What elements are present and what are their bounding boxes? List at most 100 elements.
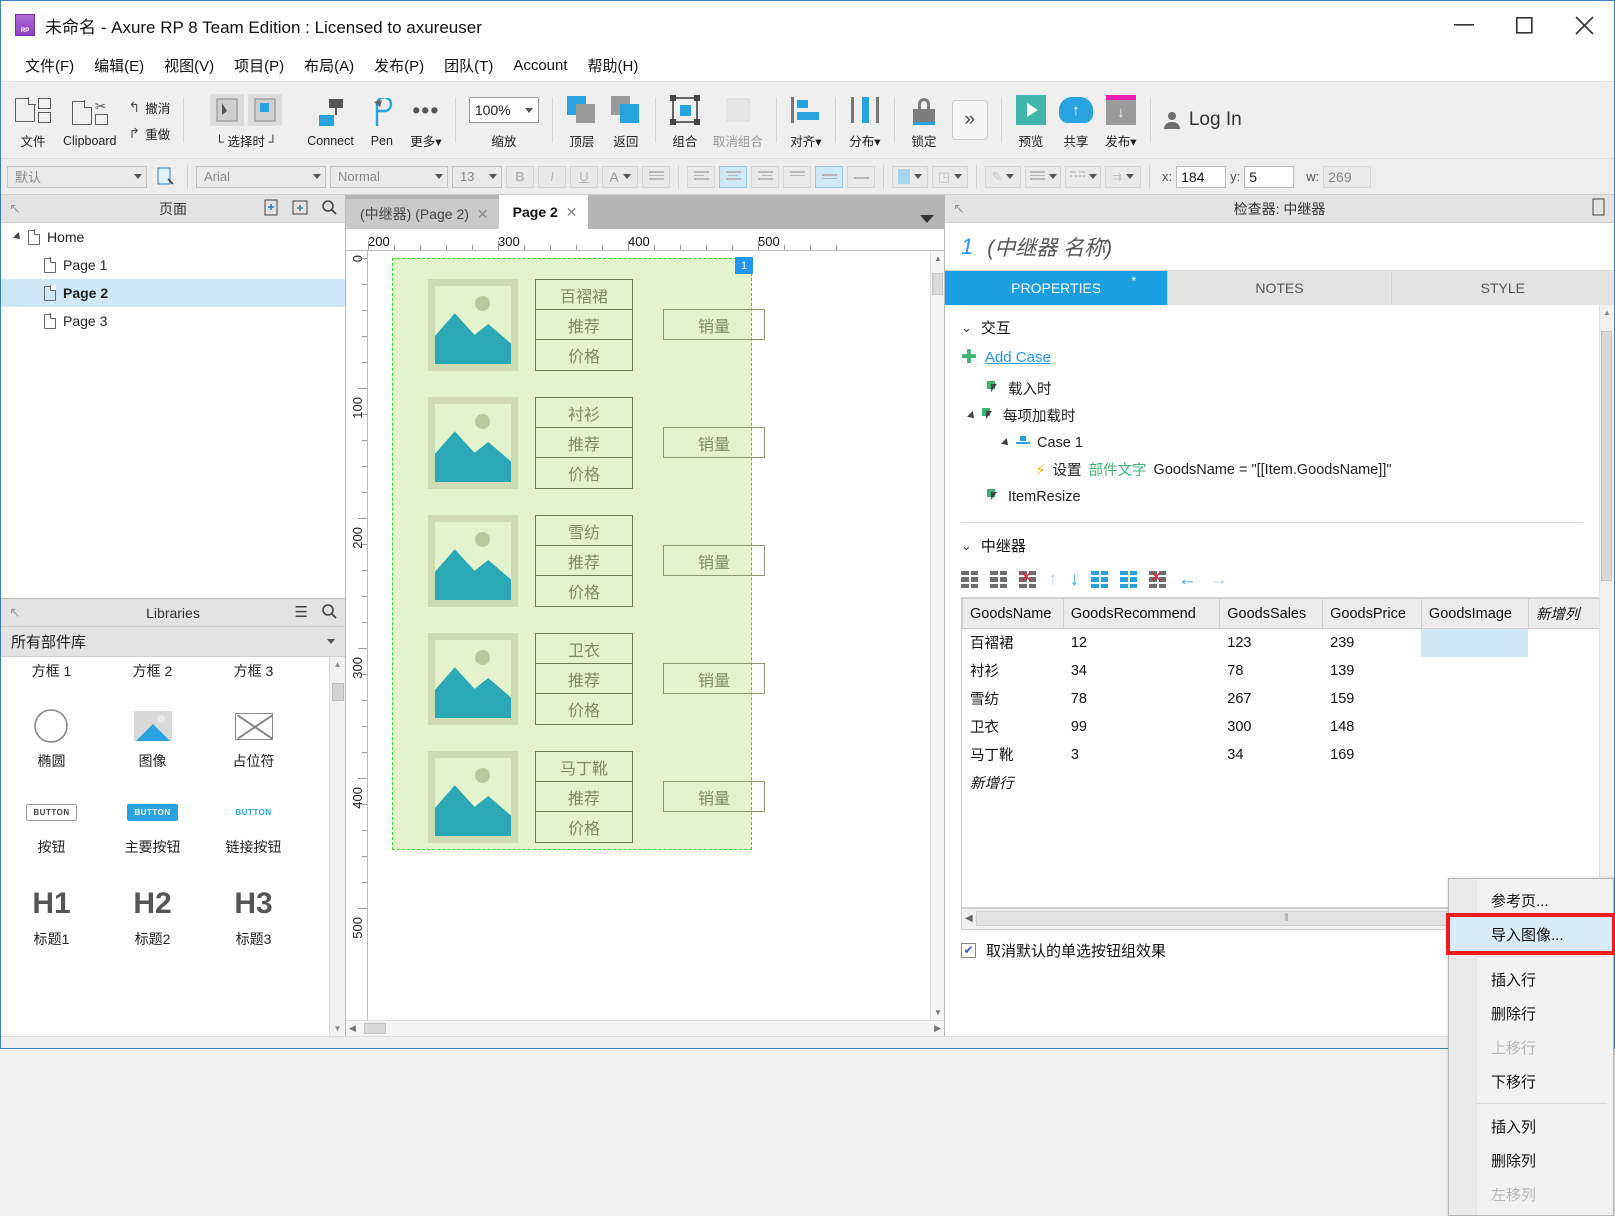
tab-page2[interactable]: Page 2 ✕ bbox=[498, 195, 588, 229]
toolbar-preview-button[interactable]: 预览 bbox=[1009, 85, 1053, 155]
cell-goodsname[interactable]: 卫衣 bbox=[963, 713, 1064, 741]
search-icon[interactable] bbox=[321, 603, 337, 623]
action-set-widget-text[interactable]: ⚡ 设置 部件文字 GoodsName = "[[Item.GoodsName]… bbox=[945, 456, 1599, 483]
scroll-up-icon[interactable]: ▲ bbox=[1603, 308, 1611, 317]
goods-recommend-field[interactable]: 推荐 bbox=[536, 782, 632, 812]
cell-goodsrecommend[interactable]: 12 bbox=[1063, 629, 1219, 657]
sidebar-item-home[interactable]: Home bbox=[1, 223, 345, 251]
repeater-item[interactable]: 百褶裙 推荐 价格 bbox=[428, 279, 633, 371]
toolbar-connect-button[interactable]: Connect bbox=[301, 85, 360, 155]
goods-fields[interactable]: 雪纺 推荐 价格 bbox=[535, 515, 633, 607]
tab-repeater-page2[interactable]: (中继器) (Page 2) ✕ bbox=[346, 199, 499, 229]
widget-style-select[interactable]: 默认 bbox=[7, 165, 147, 188]
scroll-up-icon[interactable]: ▲ bbox=[334, 660, 342, 669]
library-scrollbar[interactable]: ▲ ▼ bbox=[329, 657, 345, 1036]
zoom-control[interactable]: 100% 缩放 bbox=[463, 85, 545, 155]
arrow-style-button[interactable]: ⇉ bbox=[1105, 165, 1141, 188]
new-row-label[interactable]: 新增行 bbox=[963, 769, 1064, 797]
expand-triangle-icon[interactable] bbox=[1001, 437, 1011, 448]
tab-properties[interactable]: PROPERTIES * bbox=[945, 271, 1169, 305]
menu-help[interactable]: 帮助(H) bbox=[578, 52, 649, 79]
goods-recommend-field[interactable]: 推荐 bbox=[536, 664, 632, 694]
canvas-horizontal-scrollbar[interactable]: ◀ ▶ bbox=[346, 1020, 944, 1036]
goods-image-placeholder[interactable] bbox=[428, 751, 518, 843]
collapse-panel-icon[interactable]: ↖ bbox=[9, 200, 21, 217]
toolbar-send-back-button[interactable]: 返回 bbox=[604, 85, 648, 155]
scroll-thumb[interactable] bbox=[932, 273, 943, 295]
cell-goodsprice[interactable]: 148 bbox=[1323, 713, 1422, 741]
goods-price-field[interactable]: 价格 bbox=[536, 340, 632, 370]
menu-team[interactable]: 团队(T) bbox=[434, 52, 503, 79]
cell-goodsrecommend[interactable]: 3 bbox=[1063, 741, 1219, 769]
bold-button[interactable]: B bbox=[506, 165, 534, 188]
goods-recommend-field[interactable]: 推荐 bbox=[536, 546, 632, 576]
redo-button[interactable]: ↱ 重做 bbox=[129, 123, 171, 143]
goods-image-placeholder[interactable] bbox=[428, 633, 518, 725]
repeater-item[interactable]: 衬衫 推荐 价格 bbox=[428, 397, 633, 489]
search-icon[interactable] bbox=[321, 199, 337, 219]
library-item-primary-button[interactable]: BUTTON 主要按钮 bbox=[102, 771, 203, 857]
cell-goodsprice[interactable]: 239 bbox=[1323, 629, 1422, 657]
goods-image-placeholder[interactable] bbox=[428, 515, 518, 607]
add-case-link[interactable]: Add Case bbox=[985, 349, 1051, 366]
valign-bottom-button[interactable] bbox=[847, 165, 875, 188]
scroll-down-icon[interactable]: ▼ bbox=[934, 1008, 942, 1017]
menu-file[interactable]: 文件(F) bbox=[15, 52, 84, 79]
goods-sales-field[interactable]: 销量 bbox=[663, 781, 765, 812]
library-item-h3[interactable]: H3 标题3 bbox=[203, 857, 304, 949]
scroll-thumb[interactable] bbox=[332, 683, 344, 701]
repeater-selection-handle[interactable]: 1 bbox=[735, 257, 753, 274]
column-header-new[interactable]: 新增列 bbox=[1527, 598, 1599, 629]
goods-fields[interactable]: 马丁靴 推荐 价格 bbox=[535, 751, 633, 843]
event-onload[interactable]: 载入时 bbox=[945, 375, 1599, 402]
library-item-placeholder[interactable]: 占位符 bbox=[203, 693, 304, 771]
cell-goodsimage[interactable] bbox=[1421, 685, 1528, 713]
library-item-h2[interactable]: H2 标题2 bbox=[102, 857, 203, 949]
delete-col-icon[interactable] bbox=[1149, 568, 1166, 588]
menu-account[interactable]: Account bbox=[503, 54, 577, 77]
widget-name-input[interactable]: (中继器 名称) bbox=[987, 232, 1112, 262]
library-item-image[interactable]: 图像 bbox=[102, 693, 203, 771]
cell-empty[interactable] bbox=[1323, 769, 1422, 797]
column-header-goodsname[interactable]: GoodsName bbox=[962, 598, 1064, 629]
goods-price-field[interactable]: 价格 bbox=[536, 694, 632, 724]
line-spacing-button[interactable] bbox=[642, 165, 670, 188]
cell-context-menu[interactable]: 参考页... 导入图像... 插入行 删除行 上移行 下移行 插入列 删除列 左… bbox=[1446, 878, 1615, 1216]
add-case-row[interactable]: ✚ Add Case bbox=[945, 344, 1599, 375]
goods-price-field[interactable]: 价格 bbox=[536, 458, 632, 488]
context-menu-item-delete-column[interactable]: 删除列 bbox=[1449, 1143, 1613, 1177]
cell-goodssales[interactable]: 300 bbox=[1220, 713, 1323, 741]
context-menu-item-insert-row[interactable]: 插入行 bbox=[1449, 962, 1613, 996]
toolbar-distribute-button[interactable]: 分布▾ bbox=[843, 85, 887, 155]
cell-goodsrecommend[interactable]: 34 bbox=[1063, 657, 1219, 685]
context-menu-item-move-row-down[interactable]: 下移行 bbox=[1449, 1064, 1613, 1098]
context-menu-item-import-image[interactable]: 导入图像... bbox=[1446, 913, 1615, 955]
cell-goodsrecommend[interactable]: 78 bbox=[1063, 685, 1219, 713]
x-input[interactable] bbox=[1176, 165, 1227, 188]
undo-button[interactable]: ↰ 撤消 bbox=[129, 97, 171, 117]
maximize-icon[interactable] bbox=[1494, 1, 1554, 49]
cell-new[interactable] bbox=[1528, 657, 1599, 685]
goods-recommend-field[interactable]: 推荐 bbox=[536, 428, 632, 458]
expand-triangle-icon[interactable] bbox=[13, 232, 23, 242]
library-item-box2[interactable]: 方框 2 bbox=[102, 659, 203, 693]
toolbar-publish-button[interactable]: ↓ 发布▾ bbox=[1099, 85, 1143, 155]
move-down-icon[interactable]: ↓ bbox=[1070, 570, 1080, 589]
cell-new[interactable] bbox=[1528, 713, 1599, 741]
add-row-after-icon[interactable] bbox=[990, 571, 1007, 588]
tab-notes[interactable]: NOTES bbox=[1168, 271, 1392, 305]
font-family-select[interactable]: Arial bbox=[196, 165, 326, 188]
goods-name-field[interactable]: 马丁靴 bbox=[536, 752, 632, 782]
close-icon[interactable]: ✕ bbox=[566, 204, 578, 221]
y-input[interactable] bbox=[1244, 165, 1295, 188]
cell-goodsimage[interactable] bbox=[1421, 713, 1528, 741]
add-row-before-icon[interactable] bbox=[961, 571, 978, 588]
goods-name-field[interactable]: 衬衫 bbox=[536, 398, 632, 428]
goods-recommend-field[interactable]: 推荐 bbox=[536, 310, 632, 340]
cell-goodsrecommend[interactable]: 99 bbox=[1063, 713, 1219, 741]
tab-style[interactable]: STYLE bbox=[1391, 271, 1614, 305]
library-item-box1[interactable]: 方框 1 bbox=[1, 659, 102, 693]
cell-empty[interactable] bbox=[1063, 769, 1219, 797]
cell-goodsimage[interactable] bbox=[1421, 628, 1529, 657]
cell-new[interactable] bbox=[1528, 685, 1599, 713]
